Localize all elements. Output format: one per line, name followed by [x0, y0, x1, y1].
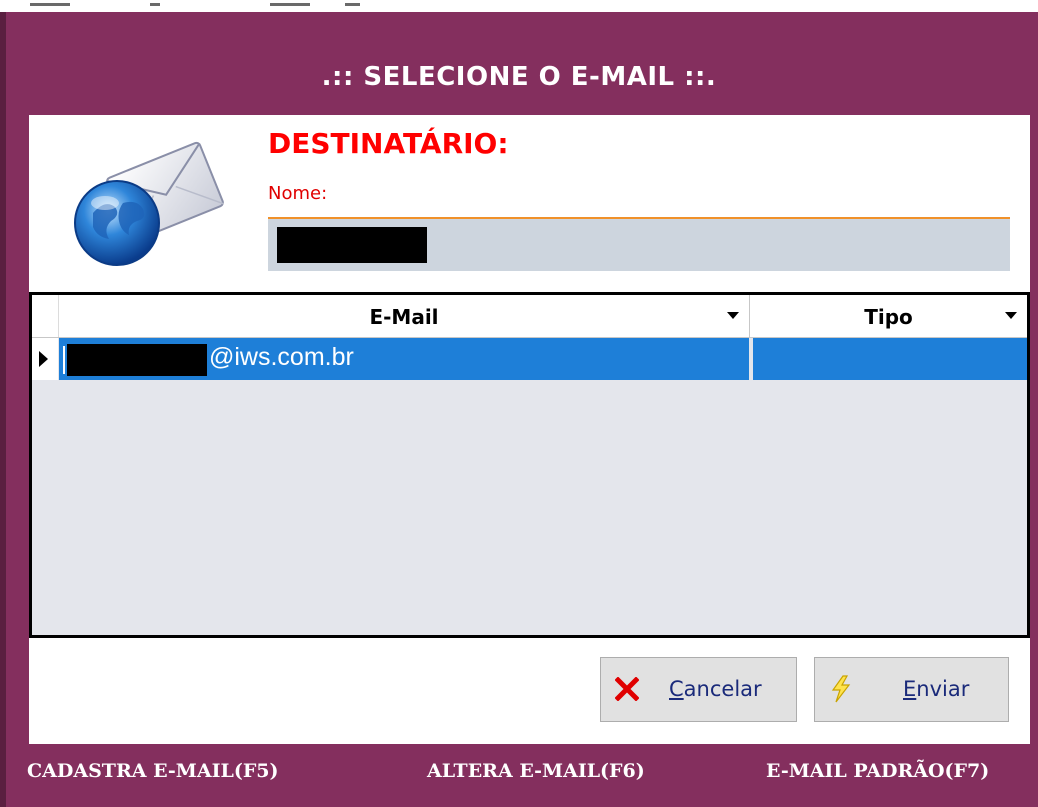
dropdown-arrow-icon[interactable]	[1005, 312, 1017, 319]
register-email-shortcut[interactable]: CADASTRA E-MAIL(F5)	[27, 760, 279, 782]
send-mnemonic: E	[903, 677, 917, 701]
top-strip-fragment	[150, 3, 160, 6]
dropdown-arrow-icon[interactable]	[727, 312, 739, 319]
grid-header: E-Mail Tipo	[32, 295, 1027, 338]
cell-tipo[interactable]	[753, 338, 1027, 380]
name-label: Nome:	[268, 183, 328, 204]
email-value: @iws.com.br	[209, 343, 354, 371]
row-indicator	[32, 338, 58, 380]
cancel-mnemonic: C	[669, 677, 684, 701]
name-field[interactable]	[268, 217, 1010, 271]
default-email-shortcut[interactable]: E-MAIL PADRÃO(F7)	[766, 760, 989, 782]
main-panel: DESTINATÁRIO: Nome: E-Mail Tipo @iws.com…	[29, 115, 1030, 744]
lightning-icon	[831, 675, 851, 703]
top-strip-fragment	[270, 3, 310, 6]
email-globe-icon	[74, 141, 224, 266]
column-header-email-label: E-Mail	[369, 305, 439, 329]
cancel-button-label: Cancelar	[669, 677, 762, 701]
column-header-email[interactable]: E-Mail	[59, 295, 750, 337]
redacted-name	[277, 227, 427, 263]
red-x-icon	[615, 677, 639, 701]
top-strip-fragment	[345, 3, 360, 6]
email-grid[interactable]: E-Mail Tipo @iws.com.br	[29, 292, 1030, 638]
text-caret	[63, 346, 65, 374]
table-row[interactable]: @iws.com.br	[32, 338, 1027, 380]
send-button[interactable]: Enviar	[814, 657, 1009, 722]
top-strip-fragment	[30, 3, 70, 6]
cancel-rest: ancelar	[683, 677, 762, 701]
current-row-arrow-icon	[39, 351, 48, 367]
redacted-email-user	[67, 344, 207, 376]
column-header-tipo[interactable]: Tipo	[750, 295, 1027, 337]
header-row-selector	[32, 295, 59, 337]
column-header-tipo-label: Tipo	[864, 305, 913, 329]
top-strip	[0, 0, 1038, 12]
edit-email-shortcut[interactable]: ALTERA E-MAIL(F6)	[427, 760, 645, 782]
send-rest: nviar	[916, 677, 970, 701]
left-edge	[0, 12, 6, 807]
send-button-label: Enviar	[903, 677, 969, 701]
recipient-heading: DESTINATÁRIO:	[268, 127, 509, 160]
cell-email[interactable]: @iws.com.br	[59, 338, 749, 380]
window-title: .:: SELECIONE O E-MAIL ::.	[321, 62, 717, 92]
footer-shortcuts: CADASTRA E-MAIL(F5) ALTERA E-MAIL(F6) E-…	[0, 760, 1038, 790]
cancel-button[interactable]: Cancelar	[600, 657, 797, 722]
